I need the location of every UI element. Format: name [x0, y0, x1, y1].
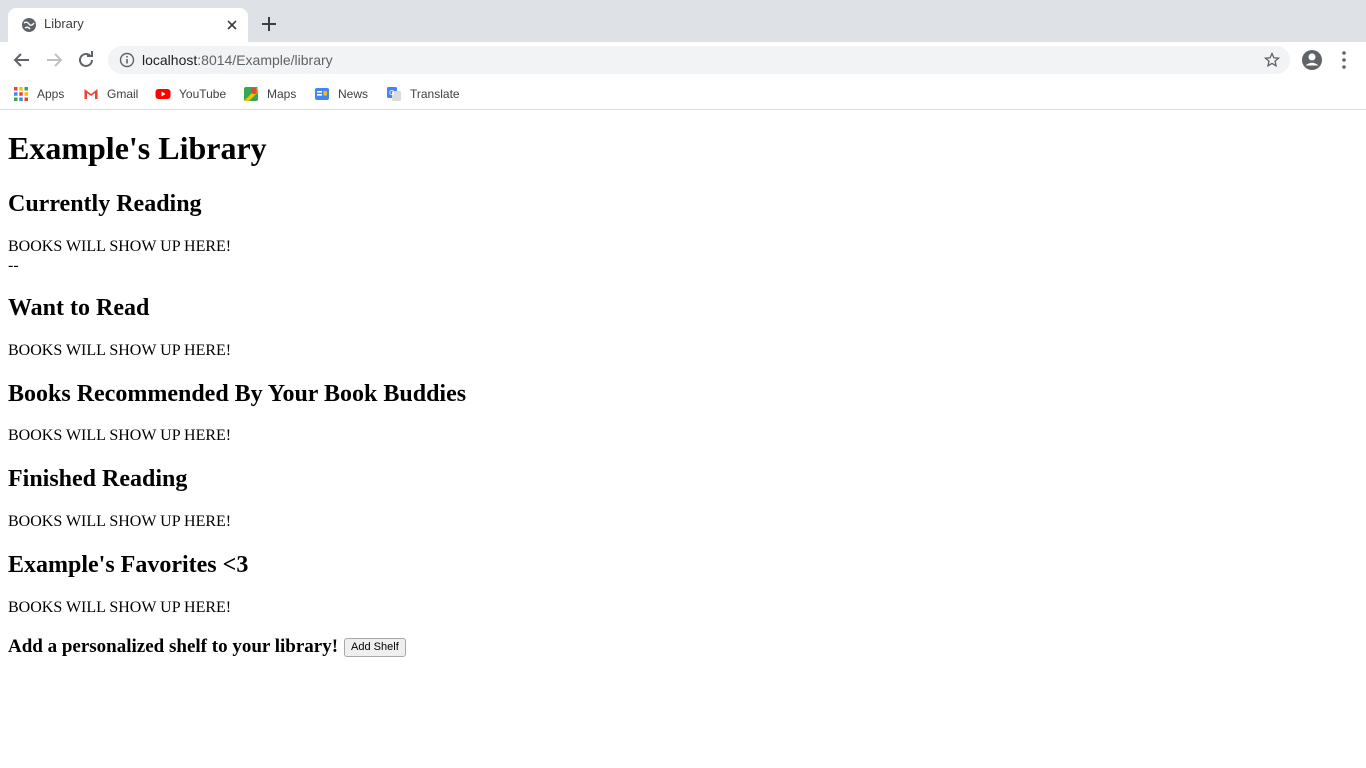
- svg-text:G: G: [389, 89, 394, 97]
- bookmark-label: News: [338, 87, 369, 101]
- bookmarks-bar: Apps Gmail YouTube Maps News G Translate: [0, 78, 1366, 110]
- bookmark-apps[interactable]: Apps: [13, 85, 64, 103]
- bookmark-label: Gmail: [107, 87, 139, 101]
- section-heading-favorites: Example's Favorites <3: [8, 552, 249, 578]
- profile-avatar-icon[interactable]: [1300, 48, 1324, 72]
- section-text-want-to-read: BOOKS WILL SHOW UP HERE!: [8, 342, 232, 359]
- bookmark-maps[interactable]: Maps: [243, 85, 296, 103]
- bookmark-label: Maps: [267, 87, 297, 101]
- bookmark-gmail[interactable]: Gmail: [83, 85, 138, 103]
- url-path: :8014/Example/library: [197, 52, 333, 68]
- maps-icon: [244, 87, 258, 101]
- youtube-icon: [155, 89, 171, 99]
- add-shelf-button[interactable]: Add Shelf: [344, 637, 406, 657]
- section-text-currently-reading: BOOKS WILL SHOW UP HERE!: [8, 238, 232, 255]
- bookmark-star-icon[interactable]: [1264, 52, 1280, 68]
- apps-grid-icon: [14, 87, 28, 101]
- bookmark-label: YouTube: [179, 87, 227, 101]
- bookmark-youtube[interactable]: YouTube: [155, 85, 226, 103]
- reload-icon[interactable]: [74, 48, 98, 72]
- section-heading-finished-reading: Finished Reading: [8, 466, 188, 492]
- bookmark-label: Apps: [37, 87, 65, 101]
- info-icon[interactable]: [119, 52, 135, 68]
- toolbar: localhost:8014/Example/library: [0, 42, 1366, 78]
- section-heading-recommended: Books Recommended By Your Book Buddies: [8, 381, 467, 407]
- close-icon[interactable]: [224, 17, 240, 33]
- section-text-finished-reading: BOOKS WILL SHOW UP HERE!: [8, 513, 232, 530]
- section-heading-currently-reading: Currently Reading: [8, 191, 202, 217]
- forward-arrow-icon[interactable]: [42, 48, 66, 72]
- address-bar[interactable]: localhost:8014/Example/library: [108, 46, 1290, 74]
- page-content: Example's Library Currently Reading BOOK…: [0, 111, 1366, 768]
- url-host: localhost: [142, 52, 198, 68]
- add-shelf-label: Add a personalized shelf to your library…: [8, 636, 339, 657]
- menu-dots-icon[interactable]: [1332, 48, 1356, 72]
- tab-strip: Library: [0, 0, 1366, 42]
- back-arrow-icon[interactable]: [10, 48, 34, 72]
- news-icon: [315, 88, 329, 100]
- globe-icon: [22, 18, 36, 32]
- section-heading-want-to-read: Want to Read: [8, 295, 150, 321]
- url-text[interactable]: localhost:8014/Example/library: [142, 52, 333, 68]
- section-text-favorites: BOOKS WILL SHOW UP HERE!: [8, 599, 232, 616]
- gmail-icon: [84, 89, 98, 99]
- bookmark-label: Translate: [410, 87, 460, 101]
- new-tab-icon[interactable]: [260, 15, 278, 33]
- translate-icon: G: [387, 87, 401, 101]
- add-shelf-row: Add a personalized shelf to your library…: [8, 636, 406, 658]
- section-text-recommended: BOOKS WILL SHOW UP HERE!: [8, 427, 232, 444]
- bookmark-translate[interactable]: G Translate: [386, 85, 460, 103]
- bookmark-news[interactable]: News: [314, 85, 368, 103]
- section-separator: --: [8, 257, 19, 274]
- tab-title: Library: [44, 16, 84, 31]
- tab-library[interactable]: Library: [8, 8, 248, 42]
- page-title: Example's Library: [8, 130, 267, 166]
